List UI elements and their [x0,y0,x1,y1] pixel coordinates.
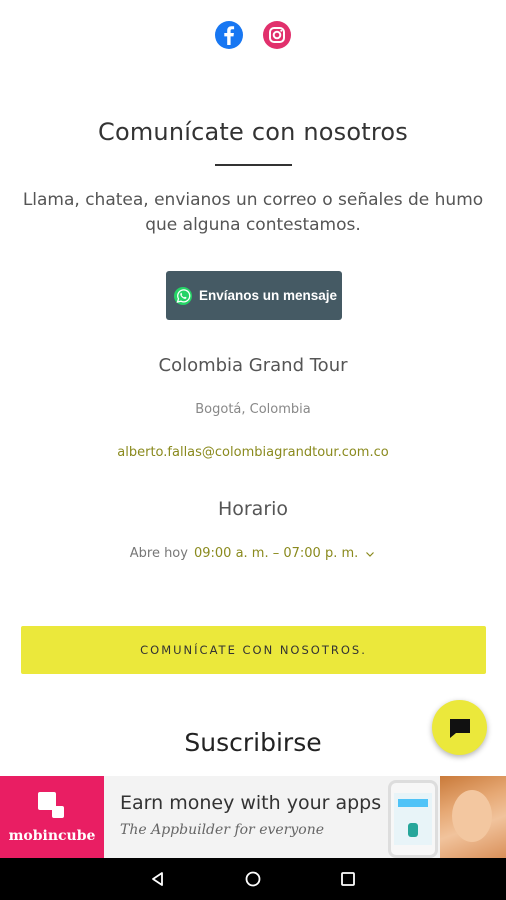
mobincube-logo-icon [38,792,64,818]
hours-dropdown[interactable]: Abre hoy 09:00 a. m. – 07:00 p. m. [0,546,506,561]
system-navigation-bar [0,858,506,900]
contact-us-button[interactable]: COMUNÍCATE CON NOSOTROS. [21,626,486,674]
ad-person-image [440,776,506,858]
chevron-down-icon [366,551,375,557]
back-icon[interactable] [149,870,167,888]
home-icon[interactable] [244,870,262,888]
instagram-icon[interactable] [262,20,292,50]
hours-title: Horario [217,498,289,520]
company-name: Colombia Grand Tour [158,355,348,376]
ad-brand: mobincube [8,828,96,844]
contact-title: Comunícate con nosotros [98,118,408,146]
whatsapp-icon [174,286,192,305]
ad-headline: Earn money with your apps [120,792,382,814]
ad-tagline: The Appbuilder for everyone [120,822,325,838]
ad-phone-image [388,780,438,858]
company-email-link[interactable]: alberto.fallas@colombiagrandtour.com.co [0,445,506,460]
hours-status-label: Abre hoy [129,546,188,561]
facebook-icon[interactable] [214,20,244,50]
subscribe-title: Suscribirse [184,728,322,757]
recents-icon[interactable] [339,870,357,888]
ad-logo: mobincube [0,776,104,858]
contact-description: Llama, chatea, envianos un correo o seña… [22,190,484,235]
company-city: Bogotá, Colombia [195,402,311,417]
ad-banner[interactable]: mobincube Earn money with your apps The … [0,776,506,858]
title-divider [215,164,292,166]
contact-us-button-label: COMUNÍCATE CON NOSOTROS. [140,643,367,657]
hours-value: 09:00 a. m. – 07:00 p. m. [193,546,359,561]
whatsapp-message-button[interactable]: Envíanos un mensaje [166,271,342,320]
social-links [0,20,506,50]
whatsapp-button-label: Envíanos un mensaje [199,288,338,303]
